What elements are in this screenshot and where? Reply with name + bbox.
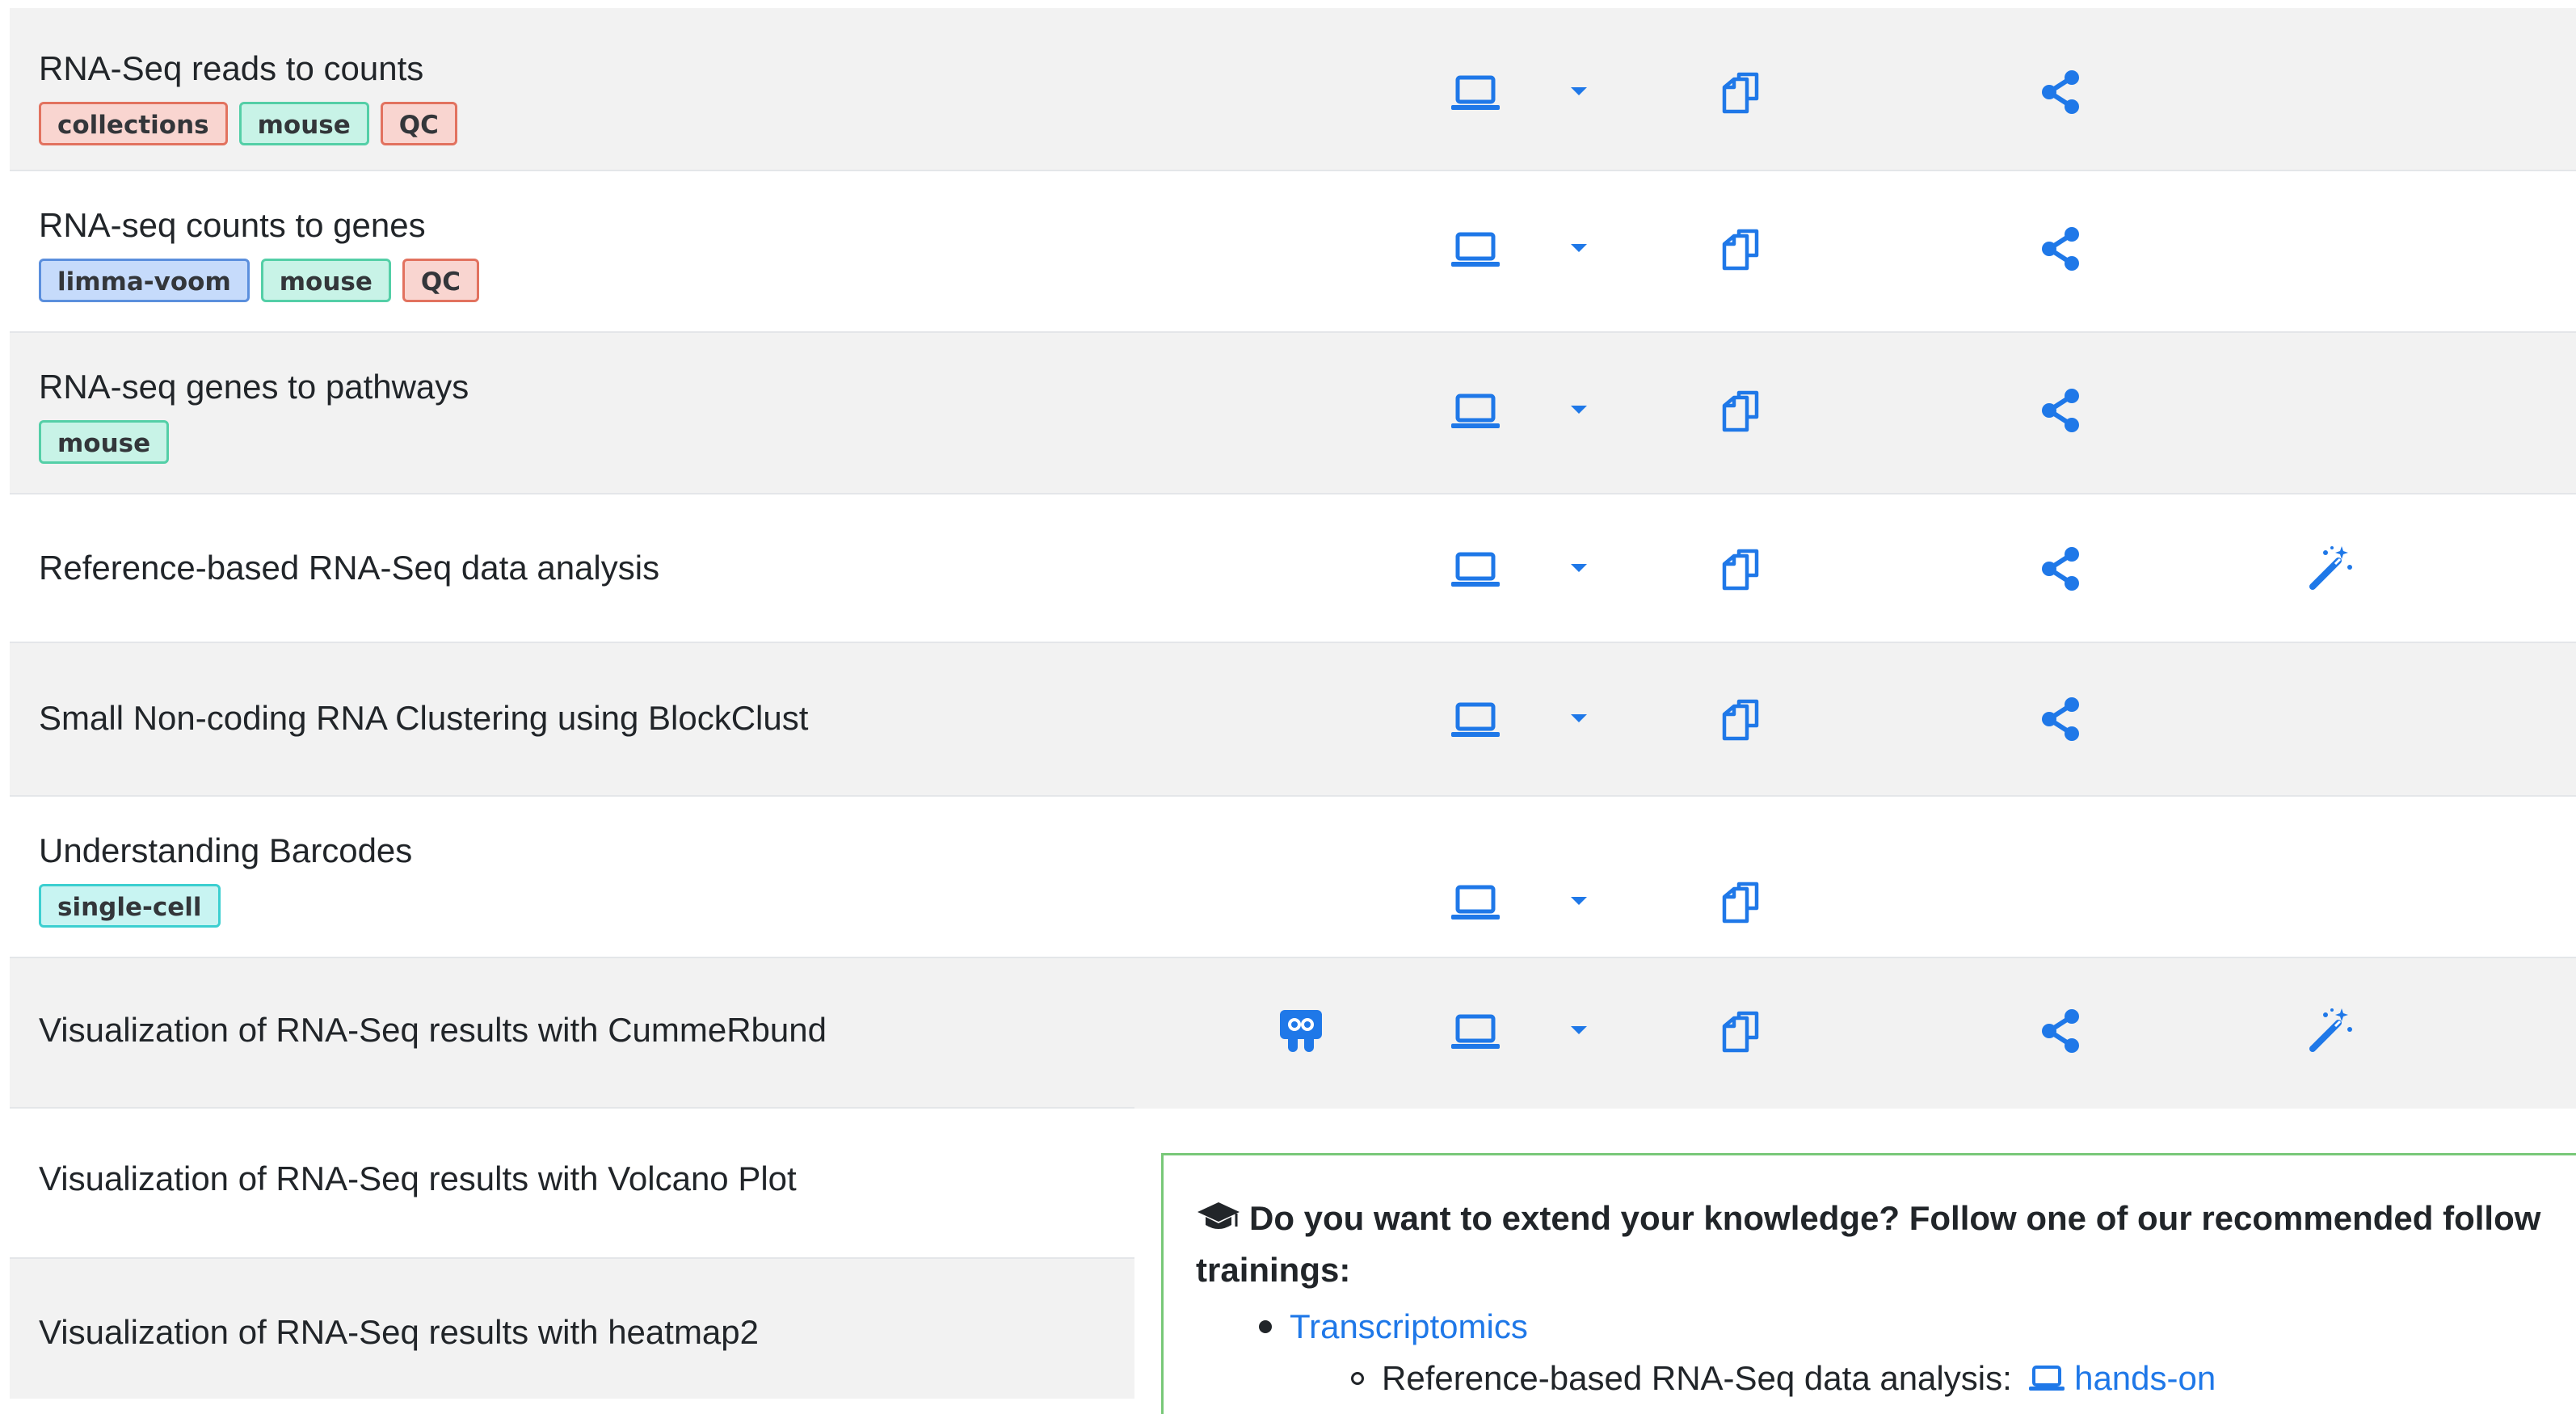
tag-single-cell[interactable]: single-cell — [39, 884, 221, 928]
followup-item: Reference-based RNA-Seq data analysis: h… — [1382, 1353, 2216, 1404]
table-row: RNA-Seq reads to counts collections mous… — [10, 8, 2576, 170]
caret-down-icon[interactable] — [1553, 876, 1605, 928]
laptop-icon[interactable] — [1450, 693, 1501, 745]
caret-down-icon[interactable] — [1553, 385, 1605, 436]
share-icon[interactable] — [2035, 66, 2086, 118]
files-icon[interactable] — [1715, 385, 1766, 436]
share-icon[interactable] — [2035, 693, 2086, 745]
magic-wand-icon[interactable] — [2305, 1005, 2356, 1057]
tag-list: mouse — [39, 420, 170, 464]
slides-icon[interactable] — [1275, 1005, 1327, 1057]
tag-qc[interactable]: QC — [402, 259, 480, 302]
tag-limma-voom[interactable]: limma-voom — [39, 259, 250, 302]
tutorial-title[interactable]: Visualization of RNA-Seq results with Vo… — [39, 1159, 797, 1199]
files-icon[interactable] — [1715, 543, 1766, 595]
topic-link-transcriptomics[interactable]: Transcriptomics — [1290, 1301, 1528, 1353]
graduation-cap-icon — [1196, 1196, 1241, 1229]
table-row: Visualization of RNA-Seq results with Vo… — [10, 1107, 1134, 1259]
table-row: Visualization of RNA-Seq results with Cu… — [10, 957, 2576, 1109]
files-icon[interactable] — [1715, 876, 1766, 928]
tutorial-title[interactable]: Visualization of RNA-Seq results with he… — [39, 1312, 759, 1353]
hands-on-link-label[interactable]: hands-on — [2074, 1359, 2216, 1397]
tag-collections[interactable]: collections — [39, 102, 228, 145]
followup-heading-text: Do you want to extend your knowledge? Fo… — [1249, 1199, 2541, 1237]
tutorial-title[interactable]: RNA-Seq reads to counts — [39, 48, 423, 89]
laptop-icon[interactable] — [1450, 876, 1501, 928]
followup-heading: Do you want to extend your knowledge? Fo… — [1196, 1193, 2576, 1244]
bullet — [1259, 1320, 1272, 1333]
tag-mouse[interactable]: mouse — [39, 420, 170, 464]
tag-list: single-cell — [39, 884, 221, 928]
laptop-icon — [2029, 1356, 2065, 1391]
table-row: Reference-based RNA-Seq data analysis — [10, 493, 2576, 643]
hands-on-link[interactable]: hands-on — [2029, 1359, 2216, 1397]
laptop-icon[interactable] — [1450, 543, 1501, 595]
laptop-icon[interactable] — [1450, 223, 1501, 275]
tag-list: limma-voom mouse QC — [39, 259, 480, 302]
caret-down-icon[interactable] — [1553, 66, 1605, 118]
files-icon[interactable] — [1715, 693, 1766, 745]
files-icon[interactable] — [1715, 66, 1766, 118]
caret-down-icon[interactable] — [1553, 1005, 1605, 1057]
tag-list: collections mouse QC — [39, 102, 457, 145]
tutorial-title[interactable]: RNA-seq genes to pathways — [39, 367, 469, 407]
caret-down-icon[interactable] — [1553, 543, 1605, 595]
tutorial-title[interactable]: Understanding Barcodes — [39, 831, 412, 871]
tutorial-title[interactable]: RNA-seq counts to genes — [39, 205, 426, 246]
laptop-icon[interactable] — [1450, 1005, 1501, 1057]
tag-qc[interactable]: QC — [380, 102, 457, 145]
caret-down-icon[interactable] — [1553, 223, 1605, 275]
table-row: Visualization of RNA-Seq results with he… — [10, 1257, 1134, 1399]
table-row: Small Non-coding RNA Clustering using Bl… — [10, 642, 2576, 797]
caret-down-icon[interactable] — [1553, 693, 1605, 745]
tag-mouse[interactable]: mouse — [238, 102, 369, 145]
magic-wand-icon[interactable] — [2305, 543, 2356, 595]
laptop-icon[interactable] — [1450, 385, 1501, 436]
laptop-icon[interactable] — [1450, 66, 1501, 118]
followup-item-text: Reference-based RNA-Seq data analysis: — [1382, 1359, 2012, 1397]
tutorial-title[interactable]: Reference-based RNA-Seq data analysis — [39, 548, 659, 588]
share-icon[interactable] — [2035, 385, 2086, 436]
tutorial-title[interactable]: Visualization of RNA-Seq results with Cu… — [39, 1010, 827, 1050]
table-row: RNA-seq counts to genes limma-voom mouse… — [10, 170, 2576, 333]
tag-mouse[interactable]: mouse — [260, 259, 391, 302]
table-row: RNA-seq genes to pathways mouse — [10, 331, 2576, 494]
share-icon[interactable] — [2035, 1005, 2086, 1057]
files-icon[interactable] — [1715, 1005, 1766, 1057]
followup-box: Do you want to extend your knowledge? Fo… — [1161, 1153, 2576, 1414]
files-icon[interactable] — [1715, 223, 1766, 275]
table-row: Understanding Barcodes single-cell — [10, 795, 2576, 958]
bullet — [1351, 1372, 1364, 1385]
followup-heading-cont: trainings: — [1196, 1251, 1351, 1289]
share-icon[interactable] — [2035, 223, 2086, 275]
tutorial-title[interactable]: Small Non-coding RNA Clustering using Bl… — [39, 698, 808, 739]
share-icon[interactable] — [2035, 543, 2086, 595]
